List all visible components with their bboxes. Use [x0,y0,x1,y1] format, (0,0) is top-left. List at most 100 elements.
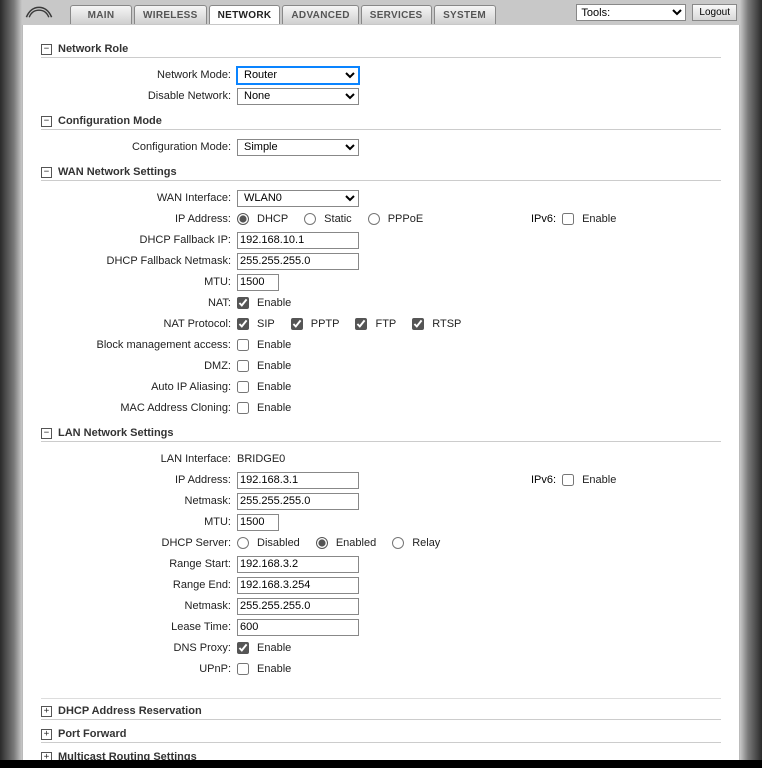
auto-ip-alias-checkbox[interactable] [237,381,249,393]
lease-time-input[interactable] [237,619,359,636]
wan-mtu-label: MTU: [41,276,237,288]
range-start-label: Range Start: [41,558,237,570]
dhcp-enabled-label: Enabled [336,537,376,549]
dns-proxy-enable-label: Enable [257,642,291,654]
wan-ipv6-label: IPv6: [531,213,556,225]
upnp-label: UPnP: [41,663,237,675]
mac-clone-enable-label: Enable [257,402,291,414]
wan-mtu-input[interactable] [237,274,279,291]
nat-sip-checkbox[interactable] [237,318,249,330]
mac-clone-checkbox[interactable] [237,402,249,414]
lan-netmask2-input[interactable] [237,598,359,615]
dmz-label: DMZ: [41,360,237,372]
logout-button[interactable]: Logout [692,4,737,21]
section-title-dhcp-reservation: DHCP Address Reservation [58,705,202,717]
auto-ip-alias-enable-label: Enable [257,381,291,393]
brand-logo-icon [25,3,60,23]
section-title-lan: LAN Network Settings [58,427,174,439]
wan-ipv6-checkbox[interactable] [562,213,574,225]
lan-ipv6-checkbox[interactable] [562,474,574,486]
block-mgmt-label: Block management access: [41,339,237,351]
tab-system[interactable]: SYSTEM [434,5,496,24]
tools-select[interactable]: Tools: [576,4,686,21]
ip-mode-pppoe-label: PPPoE [388,213,423,225]
lan-interface-label: LAN Interface: [41,453,237,465]
range-end-input[interactable] [237,577,359,594]
section-title-multicast: Multicast Routing Settings [58,751,197,760]
section-title-wan: WAN Network Settings [58,166,177,178]
ip-mode-static-label: Static [324,213,352,225]
tab-main[interactable]: MAIN [70,5,132,24]
block-mgmt-checkbox[interactable] [237,339,249,351]
expand-icon[interactable]: + [41,729,52,740]
wan-interface-label: WAN Interface: [41,192,237,204]
lan-netmask-input[interactable] [237,493,359,510]
section-title-config-mode: Configuration Mode [58,115,162,127]
expand-icon[interactable]: + [41,752,52,761]
collapse-icon[interactable]: − [41,167,52,178]
collapse-icon[interactable]: − [41,44,52,55]
dns-proxy-checkbox[interactable] [237,642,249,654]
nat-protocol-label: NAT Protocol: [41,318,237,330]
lan-ip-label: IP Address: [41,474,237,486]
nat-ftp-checkbox[interactable] [355,318,367,330]
dhcp-enabled-radio[interactable] [316,537,328,549]
network-mode-label: Network Mode: [41,69,237,81]
auto-ip-alias-label: Auto IP Aliasing: [41,381,237,393]
dhcp-server-label: DHCP Server: [41,537,237,549]
nat-sip-label: SIP [257,318,275,330]
ip-mode-static-radio[interactable] [304,213,316,225]
wan-ipv6-enable-label: Enable [582,213,616,225]
lan-netmask2-label: Netmask: [41,600,237,612]
lan-ipv6-label: IPv6: [531,474,556,486]
lan-ip-input[interactable] [237,472,359,489]
dhcp-relay-radio[interactable] [392,537,404,549]
nat-rtsp-checkbox[interactable] [412,318,424,330]
block-mgmt-enable-label: Enable [257,339,291,351]
section-title-port-forward: Port Forward [58,728,126,740]
network-mode-select[interactable]: Router [237,67,359,84]
dhcp-fallback-netmask-input[interactable] [237,253,359,270]
dhcp-fallback-ip-input[interactable] [237,232,359,249]
mac-clone-label: MAC Address Cloning: [41,402,237,414]
nat-pptp-checkbox[interactable] [291,318,303,330]
lan-mtu-input[interactable] [237,514,279,531]
collapse-icon[interactable]: − [41,428,52,439]
lease-time-label: Lease Time: [41,621,237,633]
ip-mode-dhcp-radio[interactable] [237,213,249,225]
ip-mode-dhcp-label: DHCP [257,213,288,225]
ip-mode-pppoe-radio[interactable] [368,213,380,225]
dhcp-relay-label: Relay [412,537,440,549]
range-start-input[interactable] [237,556,359,573]
nat-pptp-label: PPTP [311,318,340,330]
tab-services[interactable]: SERVICES [361,5,432,24]
tab-network[interactable]: NETWORK [209,5,281,24]
tab-wireless[interactable]: WIRELESS [134,5,207,24]
tab-advanced[interactable]: ADVANCED [282,5,358,24]
dmz-checkbox[interactable] [237,360,249,372]
lan-mtu-label: MTU: [41,516,237,528]
lan-netmask-label: Netmask: [41,495,237,507]
dmz-enable-label: Enable [257,360,291,372]
disable-network-label: Disable Network: [41,90,237,102]
nat-checkbox[interactable] [237,297,249,309]
dhcp-disabled-radio[interactable] [237,537,249,549]
disable-network-select[interactable]: None [237,88,359,105]
nat-enable-label: Enable [257,297,291,309]
config-mode-label: Configuration Mode: [41,141,237,153]
nat-label: NAT: [41,297,237,309]
wan-interface-select[interactable]: WLAN0 [237,190,359,207]
nat-rtsp-label: RTSP [432,318,461,330]
wan-ip-address-label: IP Address: [41,213,237,225]
section-title-network-role: Network Role [58,43,128,55]
upnp-enable-label: Enable [257,663,291,675]
expand-icon[interactable]: + [41,706,52,717]
range-end-label: Range End: [41,579,237,591]
dhcp-disabled-label: Disabled [257,537,300,549]
dhcp-fallback-netmask-label: DHCP Fallback Netmask: [41,255,237,267]
config-mode-select[interactable]: Simple [237,139,359,156]
upnp-checkbox[interactable] [237,663,249,675]
dns-proxy-label: DNS Proxy: [41,642,237,654]
nat-ftp-label: FTP [375,318,396,330]
collapse-icon[interactable]: − [41,116,52,127]
